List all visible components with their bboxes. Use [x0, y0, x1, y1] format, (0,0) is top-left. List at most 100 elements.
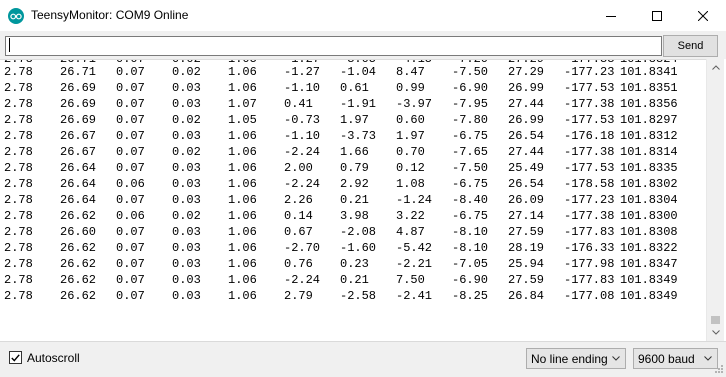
serial-value: 0.03	[172, 225, 201, 239]
serial-value: 101.8302	[620, 177, 678, 191]
scroll-down-button[interactable]	[707, 324, 724, 341]
window-title: TeensyMonitor: COM9 Online	[31, 8, 189, 22]
serial-value: -6.75	[452, 209, 489, 223]
serial-value: 2.78	[4, 97, 33, 111]
serial-value: 1.07	[228, 97, 257, 111]
serial-value: 0.02	[172, 145, 201, 159]
serial-value: 101.8312	[620, 129, 678, 143]
serial-value: 1.05	[228, 113, 257, 127]
serial-value: 8.47	[396, 65, 425, 79]
serial-value: 2.78	[4, 177, 33, 191]
serial-value: 1.06	[228, 161, 257, 175]
serial-value: -177.53	[564, 113, 615, 127]
serial-value: 0.76	[284, 257, 313, 271]
serial-value: 0.07	[116, 225, 145, 239]
serial-value: 0.06	[116, 209, 145, 223]
serial-value: 26.62	[60, 209, 97, 223]
serial-value: 26.99	[508, 81, 545, 95]
serial-value: 101.8349	[620, 273, 678, 287]
send-button[interactable]: Send	[663, 35, 718, 57]
serial-value: 0.99	[396, 81, 425, 95]
serial-value: 0.07	[116, 81, 145, 95]
scroll-thumb[interactable]	[711, 316, 720, 324]
serial-value: 26.62	[60, 289, 97, 303]
serial-value: 0.07	[116, 193, 145, 207]
minimize-button[interactable]	[588, 0, 634, 31]
serial-line: 2.78 26.69 0.07 0.02 1.05 -0.73 1.97 0.60 -7.80 2…	[0, 112, 706, 128]
serial-value: -1.27	[284, 65, 321, 79]
serial-value: 1.97	[396, 129, 425, 143]
serial-value: 27.29	[508, 65, 545, 79]
serial-value: 25.49	[508, 161, 545, 175]
serial-value: 0.67	[284, 225, 313, 239]
close-button[interactable]	[680, 0, 726, 31]
serial-value: 1.06	[228, 209, 257, 223]
serial-value: -177.83	[564, 225, 615, 239]
serial-value: 2.26	[284, 193, 313, 207]
serial-value: -1.10	[284, 81, 321, 95]
maximize-button[interactable]	[634, 0, 680, 31]
serial-value: 3.22	[396, 209, 425, 223]
serial-input-field[interactable]	[5, 36, 662, 56]
serial-value: 2.00	[284, 161, 313, 175]
line-ending-select[interactable]: No line ending	[526, 348, 626, 369]
serial-value: 0.61	[340, 81, 369, 95]
serial-value: 27.44	[508, 145, 545, 159]
serial-value: 101.8297	[620, 113, 678, 127]
serial-value: -2.70	[284, 241, 321, 255]
vertical-scrollbar[interactable]	[706, 59, 724, 341]
serial-value: 0.03	[172, 81, 201, 95]
baud-rate-value: 9600 baud	[638, 352, 695, 366]
serial-value: 0.03	[172, 241, 201, 255]
baud-rate-select[interactable]: 9600 baud	[633, 348, 718, 369]
serial-value: 101.8347	[620, 257, 678, 271]
serial-value: 101.8349	[620, 289, 678, 303]
serial-value: -177.38	[564, 97, 615, 111]
scroll-up-button[interactable]	[707, 59, 724, 76]
serial-output-area[interactable]: 2.78 26.71 0.07 0.02 1.05 -1.27 -3.05 -4.15 -7.2…	[0, 59, 706, 342]
autoscroll-checkbox[interactable]	[9, 351, 22, 364]
serial-value: 2.78	[4, 209, 33, 223]
serial-value: 2.78	[4, 273, 33, 287]
serial-value: 0.03	[172, 177, 201, 191]
serial-value: 1.06	[228, 193, 257, 207]
serial-value: 26.69	[60, 81, 97, 95]
serial-value: -2.08	[340, 225, 377, 239]
serial-value: 101.8351	[620, 81, 678, 95]
serial-value: 0.03	[172, 97, 201, 111]
serial-value: 2.78	[4, 81, 33, 95]
serial-value: -177.38	[564, 209, 615, 223]
serial-value: 26.64	[60, 161, 97, 175]
serial-line: 2.78 26.62 0.07 0.03 1.06 -2.24 0.21 7.50 -6.90 2…	[0, 272, 706, 288]
serial-value: 2.78	[4, 225, 33, 239]
serial-line: 2.78 26.62 0.07 0.03 1.06 0.76 0.23 -2.21 -7.05 2…	[0, 256, 706, 272]
checkmark-icon	[11, 353, 20, 362]
serial-value: 101.8322	[620, 241, 678, 255]
serial-value: 2.78	[4, 145, 33, 159]
serial-value: -5.42	[396, 241, 433, 255]
close-icon	[698, 10, 708, 21]
maximize-icon	[652, 10, 662, 21]
serial-value: -6.90	[452, 81, 489, 95]
serial-value: 2.78	[4, 193, 33, 207]
serial-value: 101.8356	[620, 97, 678, 111]
serial-value: -177.38	[564, 145, 615, 159]
serial-value: 0.07	[116, 241, 145, 255]
serial-value: 26.67	[60, 145, 97, 159]
serial-value: -176.33	[564, 241, 615, 255]
serial-value: 0.03	[172, 129, 201, 143]
resize-grip-icon[interactable]	[714, 364, 724, 374]
serial-value: 26.64	[60, 177, 97, 191]
serial-line: 2.78 26.67 0.07 0.03 1.06 -1.10 -3.73 1.97 -6.75…	[0, 128, 706, 144]
serial-line: 2.78 26.62 0.06 0.02 1.06 0.14 3.98 3.22 -6.75 27…	[0, 208, 706, 224]
serial-value: 26.64	[60, 193, 97, 207]
chevron-down-icon	[704, 356, 712, 361]
serial-line: 2.78 26.62 0.07 0.03 1.06 -2.70 -1.60 -5.42 -8.1…	[0, 240, 706, 256]
serial-value: 0.07	[116, 161, 145, 175]
serial-value: 2.79	[284, 289, 313, 303]
serial-value: 2.78	[4, 113, 33, 127]
serial-value: 26.54	[508, 177, 545, 191]
serial-value: -1.10	[284, 129, 321, 143]
serial-line: 2.78 26.69 0.07 0.03 1.06 -1.10 0.61 0.99 -6.90 2…	[0, 80, 706, 96]
serial-value: 2.78	[4, 129, 33, 143]
